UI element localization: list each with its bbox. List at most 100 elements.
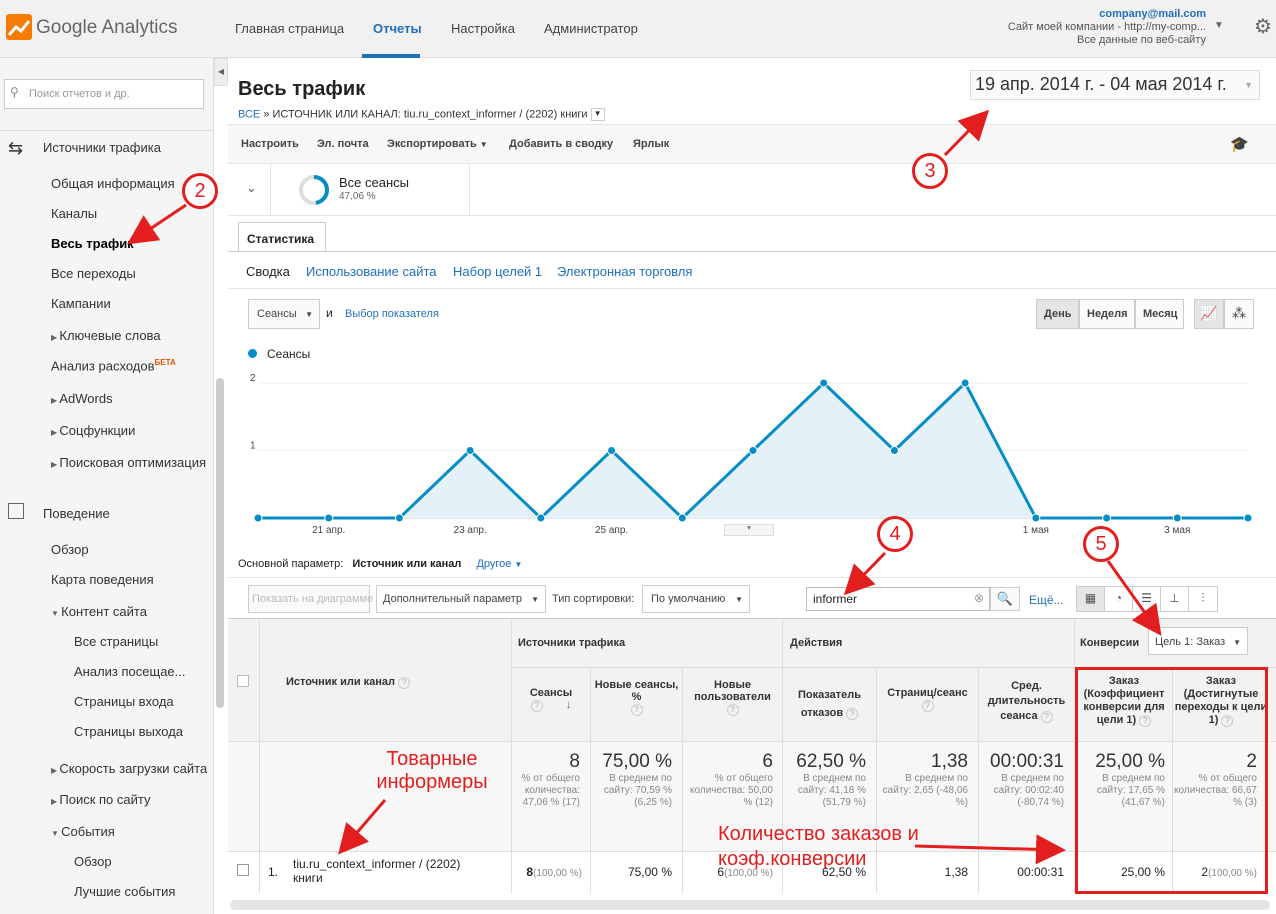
plot-rows-button[interactable]: Показать на диаграмме (248, 585, 373, 613)
period-month-button[interactable]: Месяц (1135, 299, 1184, 329)
data-point[interactable] (748, 446, 758, 455)
column-header-avg-duration[interactable]: Сред. длительность сеанса ? (979, 679, 1074, 724)
help-icon[interactable]: ? (921, 700, 934, 712)
sidebar-item-behavior-flow[interactable]: Карта поведения (51, 572, 154, 587)
gear-icon[interactable]: ⚙ (1254, 14, 1272, 39)
column-header-new-sessions[interactable]: Новые сеансы, %? (591, 679, 682, 716)
period-day-button[interactable]: День (1036, 299, 1079, 329)
sidebar-item-adwords[interactable]: ▶ AdWords (51, 391, 113, 406)
sidebar-section-behavior[interactable]: Поведение (43, 506, 110, 521)
sidebar-item-site-speed[interactable]: ▶ Скорость загрузки сайта (51, 761, 207, 776)
help-icon[interactable]: ? (726, 704, 739, 716)
column-header-new-users[interactable]: Новые пользователи? (683, 679, 782, 716)
sidebar-item-campaigns[interactable]: Кампании (51, 296, 111, 311)
other-dimension-link[interactable]: Другое ▼ (476, 558, 522, 570)
data-point[interactable] (1102, 513, 1112, 523)
shortcut-button[interactable]: Ярлык (633, 138, 669, 150)
collapse-sidebar-icon[interactable]: ◀ (214, 58, 228, 86)
app-logo[interactable]: Google Analytics (36, 17, 178, 39)
sidebar-item-keywords[interactable]: ▶ Ключевые слова (51, 328, 161, 343)
data-point[interactable] (819, 378, 829, 388)
nav-home[interactable]: Главная страница (235, 21, 344, 36)
choose-metric-link[interactable]: Выбор показателя (345, 308, 439, 320)
sidebar-item-content-drilldown[interactable]: Анализ посещае... (74, 664, 186, 679)
select-all-checkbox[interactable] (237, 675, 249, 687)
sidebar-item-behavior-overview[interactable]: Обзор (51, 542, 89, 557)
data-point[interactable] (536, 513, 546, 523)
sidebar-item-social[interactable]: ▶ Соцфункции (51, 423, 135, 438)
clear-filter-icon[interactable]: ⊗ (974, 591, 984, 605)
chevron-down-icon[interactable]: ⌄ (246, 180, 257, 196)
data-point[interactable] (960, 378, 970, 388)
sidebar-item-all-pages[interactable]: Все страницы (74, 634, 158, 649)
goal-select[interactable]: Цель 1: Заказ ▼ (1148, 627, 1248, 655)
performance-view-icon[interactable]: ☰ (1133, 587, 1161, 611)
search-icon[interactable]: 🔍 (990, 587, 1020, 611)
sidebar-item-channels[interactable]: Каналы (51, 206, 97, 221)
chart-resize-handle[interactable]: ▼ (724, 524, 774, 536)
sidebar-item-cost-analysis[interactable]: Анализ расходовБЕТА (51, 358, 176, 373)
advanced-filter-link[interactable]: Ещё... (1029, 593, 1064, 607)
pie-view-icon[interactable]: ◔ (1105, 587, 1133, 611)
subtab-goal-set[interactable]: Набор целей 1 (453, 264, 542, 279)
period-week-button[interactable]: Неделя (1079, 299, 1135, 329)
sidebar-item-events-overview[interactable]: Обзор (74, 854, 112, 869)
column-header-pages-session[interactable]: Страниц/сеанс? (877, 687, 978, 712)
add-to-dashboard-button[interactable]: Добавить в сводку (509, 138, 613, 150)
data-point[interactable] (1031, 513, 1041, 523)
report-search-input[interactable]: Поиск отчетов и др. (4, 79, 204, 109)
account-selector[interactable]: company@mail.com Сайт моей компании - ht… (1008, 8, 1206, 47)
nav-settings[interactable]: Настройка (451, 21, 515, 36)
account-chevron-down-icon[interactable]: ▼ (1214, 20, 1224, 31)
comparison-view-icon[interactable]: ⊥ (1161, 587, 1189, 611)
data-point[interactable] (394, 513, 404, 523)
row-source-link[interactable]: tiu.ru_context_informer / (2202) книги (293, 857, 493, 885)
table-filter-input[interactable]: informer (806, 587, 990, 611)
table-view-icon[interactable]: ▦ (1077, 587, 1105, 611)
data-point[interactable] (324, 513, 334, 523)
sort-type-select[interactable]: По умолчанию ▼ (642, 585, 750, 613)
segment-name[interactable]: Все сеансы (339, 175, 409, 190)
primary-dimension-value[interactable]: Источник или канал (352, 558, 461, 570)
sidebar-item-seo[interactable]: ▶ Поисковая оптимизация (51, 455, 206, 470)
sidebar-item-events[interactable]: ▼ События (51, 824, 115, 839)
customize-button[interactable]: Настроить (241, 138, 299, 150)
data-point[interactable] (465, 446, 475, 455)
help-icon[interactable]: ? (398, 677, 411, 689)
pivot-view-icon[interactable]: ⫶ (1189, 587, 1217, 611)
sessions-line-chart[interactable]: 1221 апр.23 апр.25 апр.27 апр.29 апр.1 м… (248, 368, 1258, 538)
date-range-picker[interactable]: 19 апр. 2014 г. - 04 мая 2014 г. ▼ (970, 70, 1260, 100)
data-point[interactable] (677, 513, 687, 523)
sidebar-item-landing-pages[interactable]: Страницы входа (74, 694, 174, 709)
breadcrumb-all-link[interactable]: ВСЕ (238, 108, 260, 120)
sidebar-item-exit-pages[interactable]: Страницы выхода (74, 724, 183, 739)
column-header-sessions[interactable]: Сеансы? ↓ (512, 687, 590, 712)
subtab-site-usage[interactable]: Использование сайта (306, 264, 437, 279)
nav-reports[interactable]: Отчеты (373, 21, 422, 36)
data-point[interactable] (1243, 513, 1253, 523)
data-point[interactable] (253, 513, 263, 523)
tab-statistics[interactable]: Статистика (238, 222, 326, 252)
sidebar-item-top-events[interactable]: Лучшие события (74, 884, 175, 899)
nav-admin[interactable]: Администратор (544, 21, 638, 36)
sidebar-item-all-traffic[interactable]: Весь трафик (51, 236, 134, 251)
email-button[interactable]: Эл. почта (317, 138, 369, 150)
metric-select[interactable]: Сеансы ▼ (248, 299, 320, 329)
line-chart-icon[interactable]: 📈 (1194, 299, 1224, 329)
help-icon[interactable]: ? (530, 700, 543, 712)
sidebar-item-site-content[interactable]: ▼ Контент сайта (51, 604, 147, 619)
data-point[interactable] (1172, 513, 1182, 523)
breadcrumb-dropdown-icon[interactable]: ▼ (590, 108, 605, 121)
export-button[interactable]: Экспортировать ▼ (387, 138, 488, 150)
data-point[interactable] (889, 446, 899, 455)
help-icon[interactable]: ? (1040, 711, 1053, 723)
secondary-dimension-select[interactable]: Дополнительный параметр ▼ (376, 585, 546, 613)
horizontal-scrollbar[interactable] (230, 900, 1270, 910)
subtab-ecommerce[interactable]: Электронная торговля (557, 264, 692, 279)
data-point[interactable] (607, 446, 617, 455)
help-icon[interactable]: ? (846, 708, 859, 720)
sidebar-item-site-search[interactable]: ▶ Поиск по сайту (51, 792, 150, 807)
sidebar-section-acquisition[interactable]: Источники трафика (43, 140, 161, 155)
column-header-bounce-rate[interactable]: Показатель отказов ? (783, 686, 876, 722)
sidebar-scrollbar[interactable] (216, 378, 224, 708)
